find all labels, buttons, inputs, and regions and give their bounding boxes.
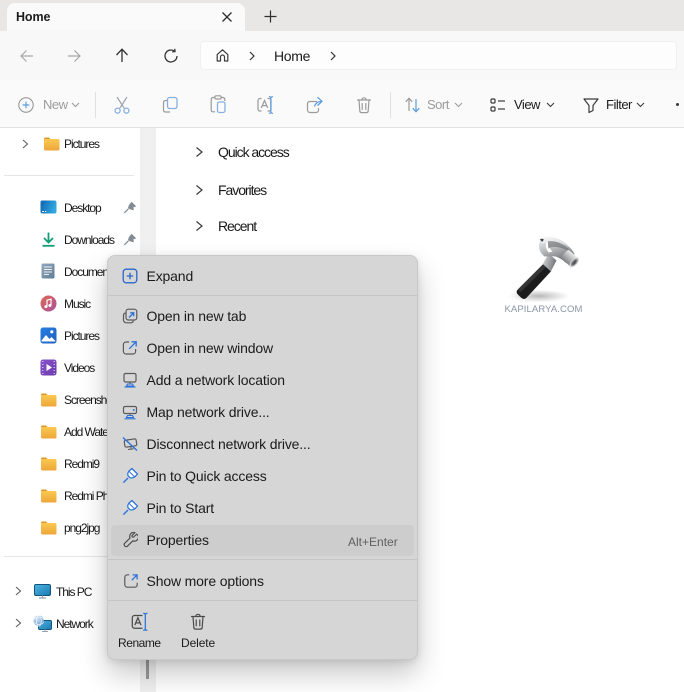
svg-text:KAPILARYA.COM: KAPILARYA.COM: [504, 304, 582, 315]
